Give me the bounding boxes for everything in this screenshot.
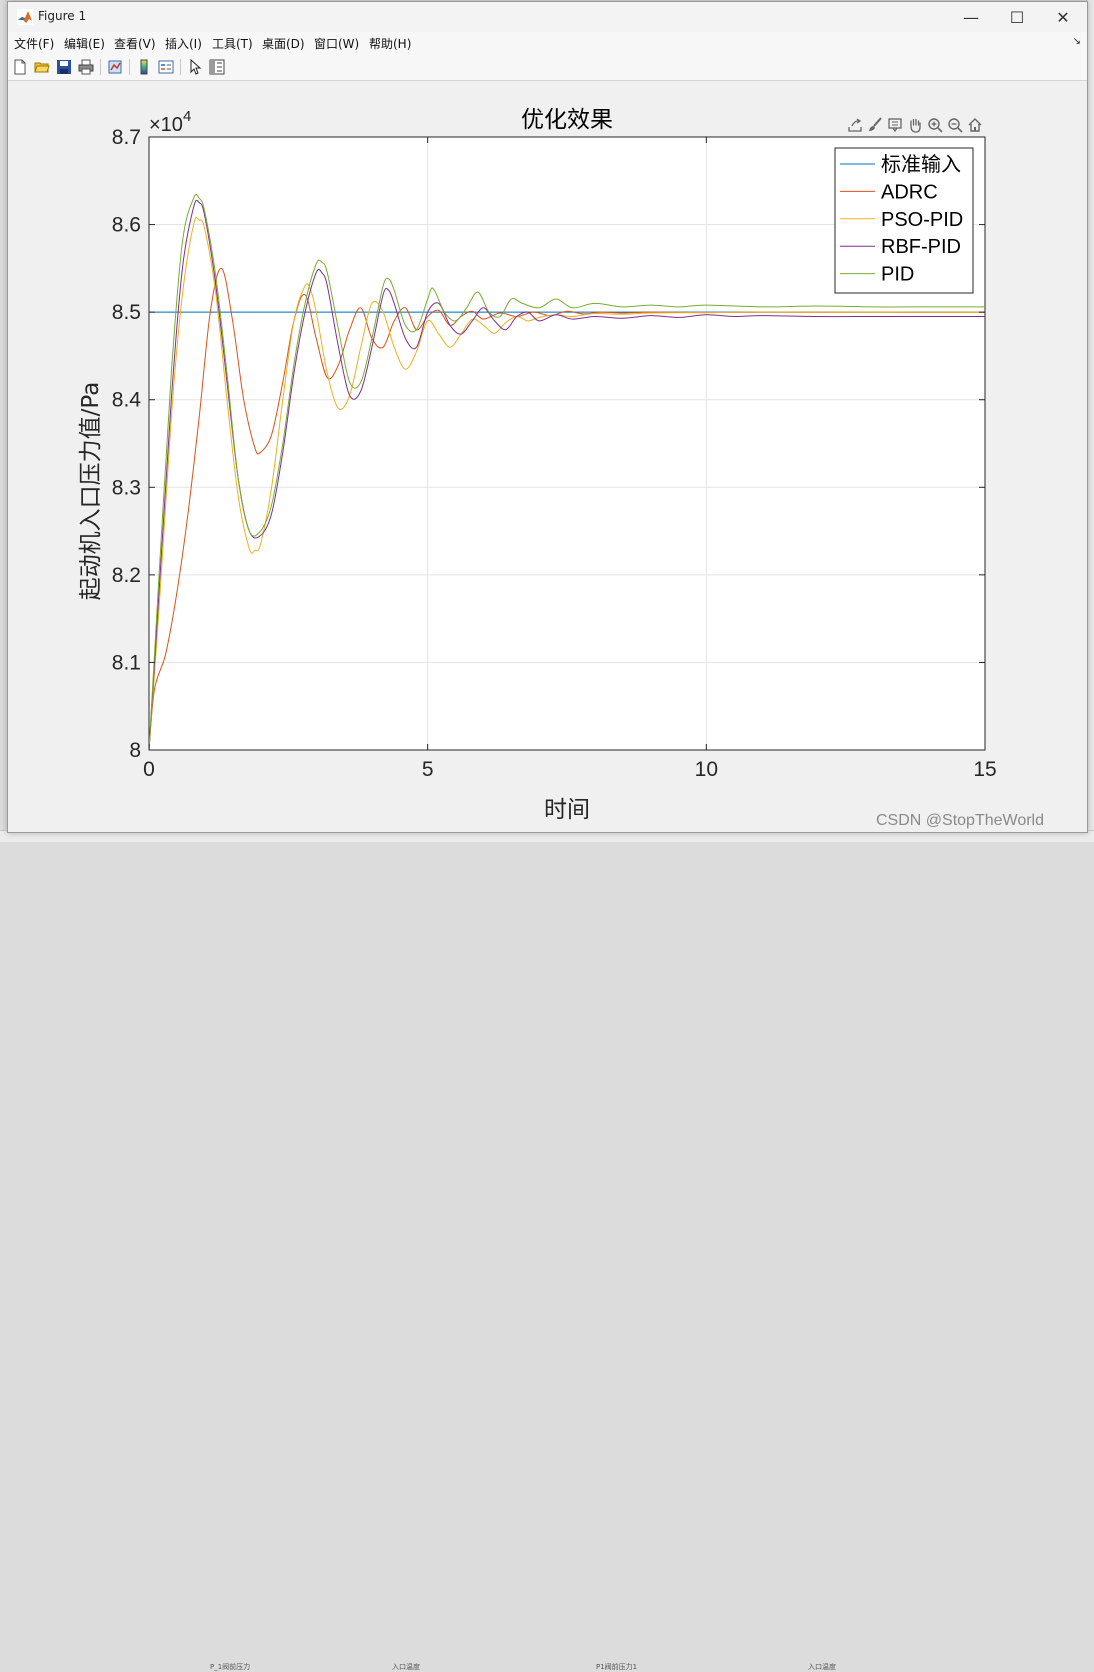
y-exponent-label: ×104	[149, 108, 191, 136]
background-label: 入口温度	[808, 1663, 836, 1671]
y-tick-label: 8.5	[112, 301, 141, 324]
menu-desktop[interactable]: 桌面(D)	[262, 35, 305, 52]
axes-toolbar	[846, 116, 984, 136]
line-chart: 0 5 10 15 8 8.1 8.2 8.3 8.4 8.5 8.6 8.7 优化效果 时间 起动机…	[78, 107, 997, 823]
property-inspector-icon[interactable]	[207, 57, 227, 77]
background-label: P1阀前压力1	[596, 1663, 638, 1671]
menu-window[interactable]: 窗口(W)	[314, 35, 359, 52]
y-axis-label: 起动机入口压力值/Pa	[78, 382, 104, 601]
x-tick-label: 5	[422, 758, 434, 781]
window-title: Figure 1	[38, 9, 87, 23]
background-label: P_1阀前压力	[210, 1663, 251, 1671]
figure-canvas: 0 5 10 15 8 8.1 8.2 8.3 8.4 8.5 8.6 8.7 优化效果 时间 起动机…	[8, 81, 1087, 832]
legend-label: RBF-PID	[881, 236, 961, 258]
legend-label: PID	[881, 264, 914, 286]
brush-icon[interactable]	[866, 116, 884, 134]
colorbar-icon[interactable]	[134, 57, 154, 77]
home-icon[interactable]	[966, 116, 984, 134]
y-tick-label: 8	[129, 739, 141, 762]
pointer-icon[interactable]	[185, 57, 205, 77]
menu-edit[interactable]: 编辑(E)	[64, 35, 105, 52]
y-tick-label: 8.1	[112, 651, 141, 674]
toolbar-separator	[180, 59, 181, 75]
legend-label: PSO-PID	[881, 209, 963, 231]
menu-file[interactable]: 文件(F)	[14, 35, 54, 52]
save-icon[interactable]	[54, 57, 74, 77]
close-button[interactable]: ✕	[1040, 2, 1086, 32]
menu-overflow-icon[interactable]: ↘	[1073, 36, 1081, 47]
link-plot-icon[interactable]	[105, 57, 125, 77]
background-label: 入口温度	[392, 1663, 420, 1671]
x-tick-label: 10	[695, 758, 718, 781]
x-tick-label: 15	[973, 758, 996, 781]
figure-toolbar	[8, 54, 1087, 81]
legend[interactable]: 标准输入 ADRC PSO-PID RBF-PID PID	[834, 147, 974, 294]
y-tick-label: 8.3	[112, 476, 141, 499]
pan-hand-icon[interactable]	[906, 116, 924, 134]
open-file-icon[interactable]	[32, 57, 52, 77]
menu-tools[interactable]: 工具(T)	[212, 35, 253, 52]
legend-icon[interactable]	[156, 57, 176, 77]
y-tick-label: 8.2	[112, 564, 141, 587]
matlab-icon	[17, 9, 33, 25]
menu-help[interactable]: 帮助(H)	[369, 35, 411, 52]
maximize-button[interactable]: ☐	[994, 2, 1040, 32]
menu-view[interactable]: 查看(V)	[114, 35, 156, 52]
print-icon[interactable]	[76, 57, 96, 77]
legend-label: 标准输入	[881, 152, 961, 176]
export-icon[interactable]	[846, 116, 864, 134]
chart-title: 优化效果	[521, 107, 613, 133]
datatip-icon[interactable]	[886, 116, 904, 134]
menu-bar: 文件(F) 编辑(E) 查看(V) 插入(I) 工具(T) 桌面(D) 窗口(W…	[8, 32, 1087, 54]
zoom-out-icon[interactable]	[946, 116, 964, 134]
figure-window: Figure 1 — ☐ ✕ 文件(F) 编辑(E) 查看(V) 插入(I) 工…	[7, 1, 1088, 833]
title-bar[interactable]: Figure 1 — ☐ ✕	[8, 2, 1087, 32]
x-axis-label: 时间	[544, 797, 590, 823]
y-exponent-power: 4	[183, 108, 191, 125]
x-tick-label: 0	[143, 758, 155, 781]
y-tick-label: 8.6	[112, 214, 141, 237]
new-figure-icon[interactable]	[10, 57, 30, 77]
y-tick-label: 8.4	[112, 389, 142, 412]
zoom-in-icon[interactable]	[926, 116, 944, 134]
toolbar-separator	[129, 59, 130, 75]
y-exponent-base: ×10	[149, 114, 183, 136]
watermark: CSDN @StopTheWorld	[876, 812, 1044, 829]
y-tick-label: 8.7	[112, 126, 141, 149]
menu-insert[interactable]: 插入(I)	[165, 35, 202, 52]
minimize-button[interactable]: —	[948, 2, 994, 32]
legend-label: ADRC	[881, 181, 938, 203]
toolbar-separator	[100, 59, 101, 75]
